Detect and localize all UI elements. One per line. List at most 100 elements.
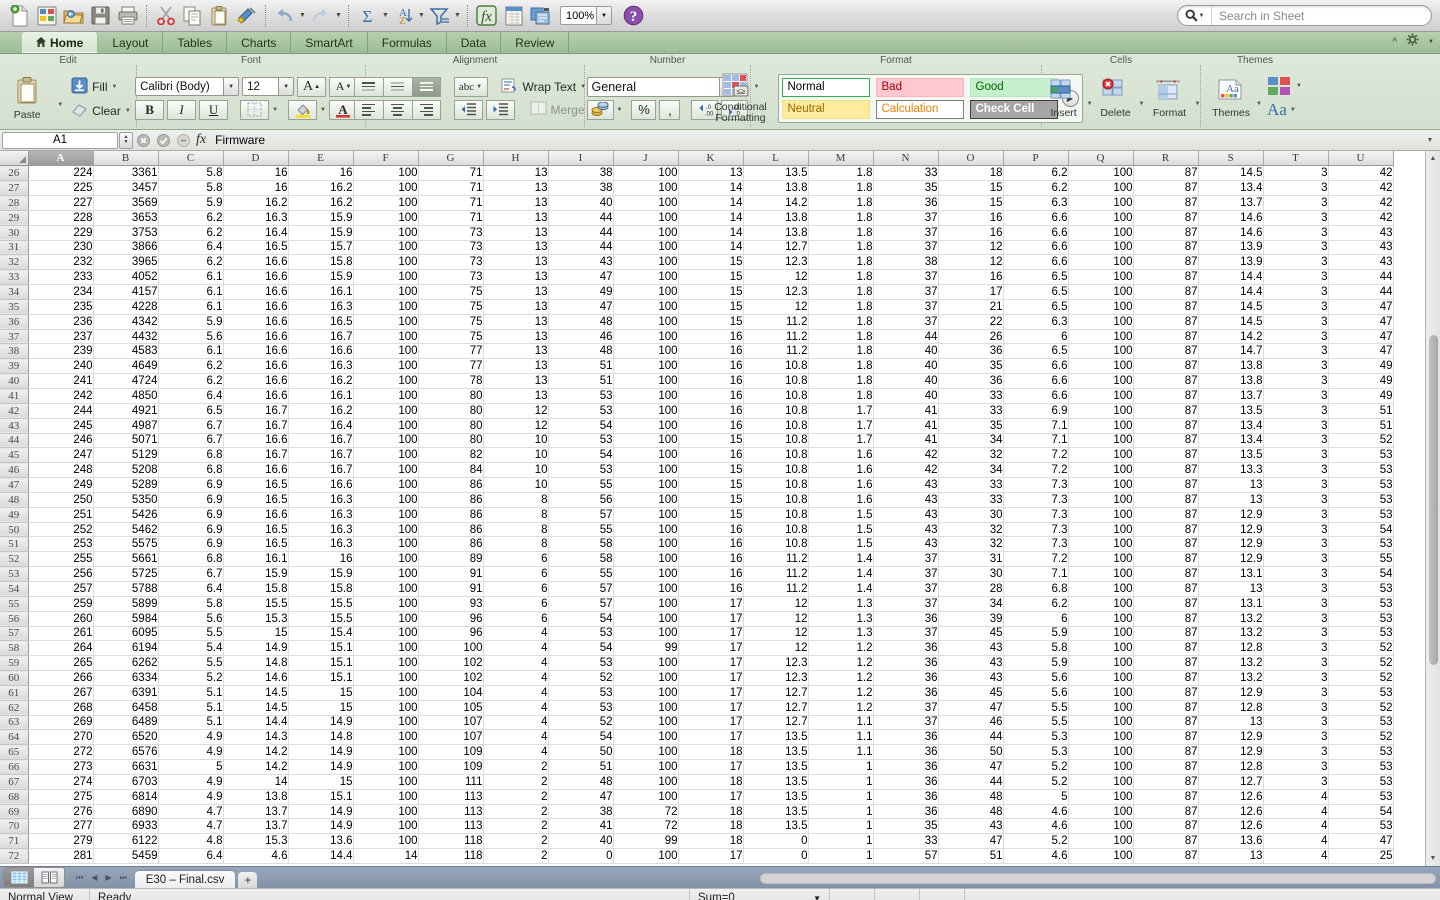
cell-P57[interactable]: 5.9 [1003, 626, 1069, 642]
cell-G57[interactable]: 96 [418, 626, 484, 642]
theme-colors-caret[interactable]: ▼ [1296, 83, 1302, 89]
cell-L28[interactable]: 14.2 [743, 195, 809, 211]
sheet-nav-arrows[interactable]: ⏮ ◀ ▶ ⏭ [68, 873, 135, 883]
cell-R45[interactable]: 87 [1133, 447, 1199, 464]
fill-color-dropdown-caret[interactable]: ▼ [320, 107, 326, 113]
cell-R34[interactable]: 87 [1133, 284, 1199, 300]
cell-R59[interactable]: 87 [1133, 655, 1199, 672]
cell-D45[interactable]: 16.7 [223, 447, 289, 464]
cell-M52[interactable]: 1.4 [808, 551, 874, 568]
cell-G64[interactable]: 107 [418, 729, 484, 746]
cell-G27[interactable]: 71 [418, 180, 484, 197]
row-header-68[interactable]: 68 [0, 789, 29, 805]
cell-A31[interactable]: 230 [28, 240, 94, 256]
cell-A30[interactable]: 229 [28, 225, 94, 241]
cell-D59[interactable]: 14.8 [223, 655, 289, 672]
cell-M32[interactable]: 1.8 [808, 254, 874, 271]
cell-H47[interactable]: 10 [483, 477, 549, 493]
cell-L34[interactable]: 12.3 [743, 284, 809, 300]
cell-A26[interactable]: 224 [28, 165, 94, 182]
cell-M66[interactable]: 1 [808, 759, 874, 775]
cell-I46[interactable]: 53 [548, 462, 614, 479]
row-header-60[interactable]: 60 [0, 670, 29, 686]
cell-O71[interactable]: 47 [938, 833, 1004, 850]
cell-H38[interactable]: 13 [483, 343, 549, 360]
cell-D57[interactable]: 15 [223, 626, 289, 642]
cell-N47[interactable]: 43 [873, 477, 939, 493]
cell-D33[interactable]: 16.6 [223, 269, 289, 286]
cell-U48[interactable]: 53 [1328, 492, 1394, 508]
cell-U58[interactable]: 52 [1328, 640, 1394, 657]
cell-L59[interactable]: 12.3 [743, 655, 809, 672]
cell-O58[interactable]: 43 [938, 640, 1004, 657]
cell-H72[interactable]: 2 [483, 848, 549, 864]
cell-G53[interactable]: 91 [418, 566, 484, 582]
cell-J70[interactable]: 72 [613, 818, 679, 835]
cell-F54[interactable]: 100 [353, 581, 419, 597]
cell-I68[interactable]: 47 [548, 789, 614, 805]
cell-N59[interactable]: 36 [873, 655, 939, 672]
cell-K64[interactable]: 17 [678, 729, 744, 746]
cell-B48[interactable]: 5350 [93, 492, 159, 508]
cell-M62[interactable]: 1.2 [808, 700, 874, 716]
cell-J48[interactable]: 100 [613, 492, 679, 508]
cell-K37[interactable]: 16 [678, 329, 744, 345]
cell-R43[interactable]: 87 [1133, 418, 1199, 434]
cell-N27[interactable]: 35 [873, 180, 939, 197]
cell-R71[interactable]: 87 [1133, 833, 1199, 850]
cell-I33[interactable]: 47 [548, 269, 614, 286]
cell-Q61[interactable]: 100 [1068, 685, 1134, 701]
align-middle-button[interactable] [382, 76, 412, 97]
cell-J28[interactable]: 100 [613, 195, 679, 211]
cell-H54[interactable]: 6 [483, 581, 549, 597]
cell-G56[interactable]: 96 [418, 611, 484, 627]
cell-O69[interactable]: 48 [938, 804, 1004, 820]
cell-H60[interactable]: 4 [483, 670, 549, 686]
cell-C63[interactable]: 5.1 [158, 715, 224, 731]
print-button[interactable] [114, 3, 141, 29]
cell-L53[interactable]: 11.2 [743, 566, 809, 582]
cell-A35[interactable]: 235 [28, 299, 94, 315]
cell-N53[interactable]: 37 [873, 566, 939, 582]
row-header-46[interactable]: 46 [0, 462, 29, 479]
row-header-36[interactable]: 36 [0, 314, 29, 330]
cell-O67[interactable]: 44 [938, 774, 1004, 790]
cell-C34[interactable]: 6.1 [158, 284, 224, 300]
cell-R72[interactable]: 87 [1133, 848, 1199, 864]
scroll-down-arrow[interactable]: ▼ [1426, 851, 1440, 866]
cell-G33[interactable]: 73 [418, 269, 484, 286]
cell-U39[interactable]: 49 [1328, 358, 1394, 375]
cell-D50[interactable]: 16.5 [223, 522, 289, 538]
cell-L32[interactable]: 12.3 [743, 254, 809, 271]
row-header-63[interactable]: 63 [0, 715, 29, 731]
cell-C65[interactable]: 4.9 [158, 744, 224, 761]
cell-E36[interactable]: 16.5 [288, 314, 354, 330]
cell-F63[interactable]: 100 [353, 715, 419, 731]
cell-I41[interactable]: 53 [548, 388, 614, 404]
cell-G49[interactable]: 86 [418, 507, 484, 523]
cell-K60[interactable]: 17 [678, 670, 744, 686]
cell-F62[interactable]: 100 [353, 700, 419, 716]
cell-S56[interactable]: 13.2 [1198, 611, 1264, 627]
cell-U37[interactable]: 47 [1328, 329, 1394, 345]
cell-L45[interactable]: 10.8 [743, 447, 809, 464]
cell-F72[interactable]: 14 [353, 848, 419, 864]
cell-M55[interactable]: 1.3 [808, 596, 874, 612]
cell-T32[interactable]: 3 [1263, 254, 1329, 271]
cell-N64[interactable]: 36 [873, 729, 939, 746]
cell-L63[interactable]: 12.7 [743, 715, 809, 731]
sort-dropdown-caret[interactable]: ▼ [417, 4, 426, 28]
cell-J41[interactable]: 100 [613, 388, 679, 404]
cell-B62[interactable]: 6458 [93, 700, 159, 716]
cell-T57[interactable]: 3 [1263, 626, 1329, 642]
cell-D53[interactable]: 15.9 [223, 566, 289, 582]
cell-P40[interactable]: 6.6 [1003, 373, 1069, 389]
paste-dropdown-caret[interactable]: ▼ [57, 102, 63, 108]
cell-A29[interactable]: 228 [28, 210, 94, 226]
cell-E37[interactable]: 16.7 [288, 329, 354, 345]
cell-E63[interactable]: 14.9 [288, 715, 354, 731]
autosum-dropdown-caret[interactable]: ▼ [381, 4, 390, 28]
cell-P54[interactable]: 6.8 [1003, 581, 1069, 597]
paste-button[interactable] [206, 3, 233, 29]
cell-N46[interactable]: 42 [873, 462, 939, 479]
